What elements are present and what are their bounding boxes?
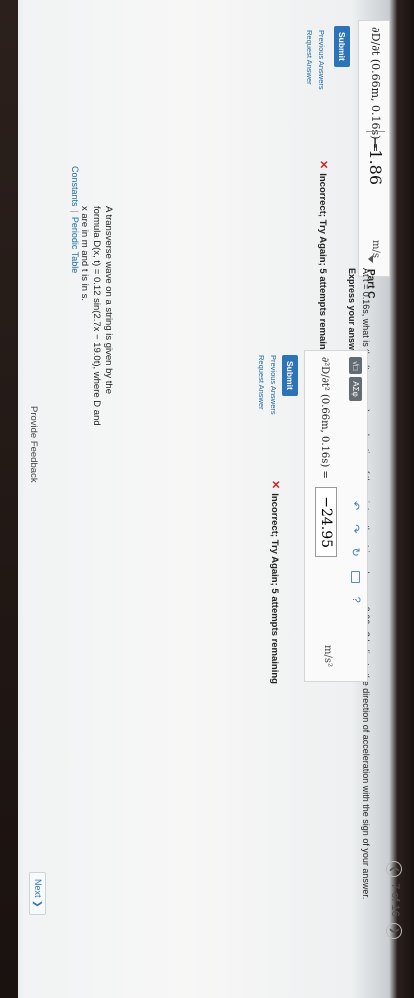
part-b-request-answer[interactable]: Request Answer <box>305 30 314 85</box>
part-b-previous-answers[interactable]: Previous Answers <box>317 30 326 90</box>
redo-icon[interactable]: ↷ <box>349 524 362 533</box>
help-icon[interactable]: ? <box>349 597 362 603</box>
page: ❮ 7 of 16 ❯ ∂D/∂t (0.66m, 0.16s) = −1.86… <box>14 0 414 998</box>
collapse-triangle-icon <box>368 255 373 263</box>
rotated-page: ❮ 7 of 16 ❯ ∂D/∂t (0.66m, 0.16s) = −1.86… <box>0 0 414 998</box>
part-b-value[interactable]: −1.86 <box>366 131 385 186</box>
resource-links: Constants | Periodic Table <box>70 166 80 273</box>
prev-page-button[interactable]: ❮ <box>386 861 402 877</box>
part-c-answer-box: √□ ΑΣφ ↶ ↷ ↻ ? ∂²D/∂t² (0.66m, 0.16s) = … <box>304 350 368 682</box>
next-page-button[interactable]: ❯ <box>386 922 402 939</box>
part-b-submit-button[interactable]: Submit <box>334 26 350 67</box>
part-c-value-input[interactable]: −24.95 <box>315 487 337 558</box>
next-button[interactable]: Next ❯ <box>29 872 46 915</box>
provide-feedback-link[interactable]: Provide Feedback <box>28 406 39 483</box>
screen-edge <box>0 0 18 998</box>
part-c-submit-button[interactable]: Submit <box>282 355 298 396</box>
constants-link[interactable]: Constants <box>70 166 80 207</box>
link-separator: | <box>70 210 80 213</box>
templates-button[interactable]: √□ <box>349 357 362 375</box>
part-c-request-answer[interactable]: Request Answer <box>257 355 266 410</box>
keyboard-icon[interactable] <box>351 570 360 583</box>
part-c-expression: ∂²D/∂t² (0.66m, 0.16s) = <box>318 357 330 479</box>
periodic-table-link[interactable]: Periodic Table <box>70 217 80 273</box>
problem-statement: A transverse wave on a string is given b… <box>79 206 114 426</box>
math-toolbar: √□ ΑΣφ <box>349 357 362 401</box>
part-c-feedback-text: Incorrect; Try Again; 5 attempts remaini… <box>269 493 280 684</box>
pager-label: 7 of 16 <box>389 883 401 917</box>
part-c-answer-row: ∂²D/∂t² (0.66m, 0.16s) = −24.95 <box>315 357 337 558</box>
edit-toolbar: ↶ ↷ ↻ ? <box>349 501 362 603</box>
incorrect-icon: ✕ <box>317 160 329 170</box>
part-c-unit: m/s² <box>322 645 333 667</box>
incorrect-icon: ✕ <box>269 480 281 490</box>
greek-button[interactable]: ΑΣφ <box>349 377 362 401</box>
undo-icon[interactable]: ↶ <box>349 501 362 510</box>
pager: ❮ 7 of 16 ❯ <box>386 858 402 942</box>
part-b-feedback-text: Incorrect; Try Again; 5 attempts remaini… <box>317 173 328 364</box>
part-b-answer-box: ∂D/∂t (0.66m, 0.16s) = −1.86 m/s <box>358 20 390 277</box>
reset-icon[interactable]: ↻ <box>349 547 362 556</box>
part-c-previous-answers[interactable]: Previous Answers <box>269 355 278 415</box>
part-c-feedback: ✕ Incorrect; Try Again; 5 attempts remain… <box>269 480 282 684</box>
part-b-feedback: ✕ Incorrect; Try Again; 5 attempts remain… <box>317 160 330 364</box>
